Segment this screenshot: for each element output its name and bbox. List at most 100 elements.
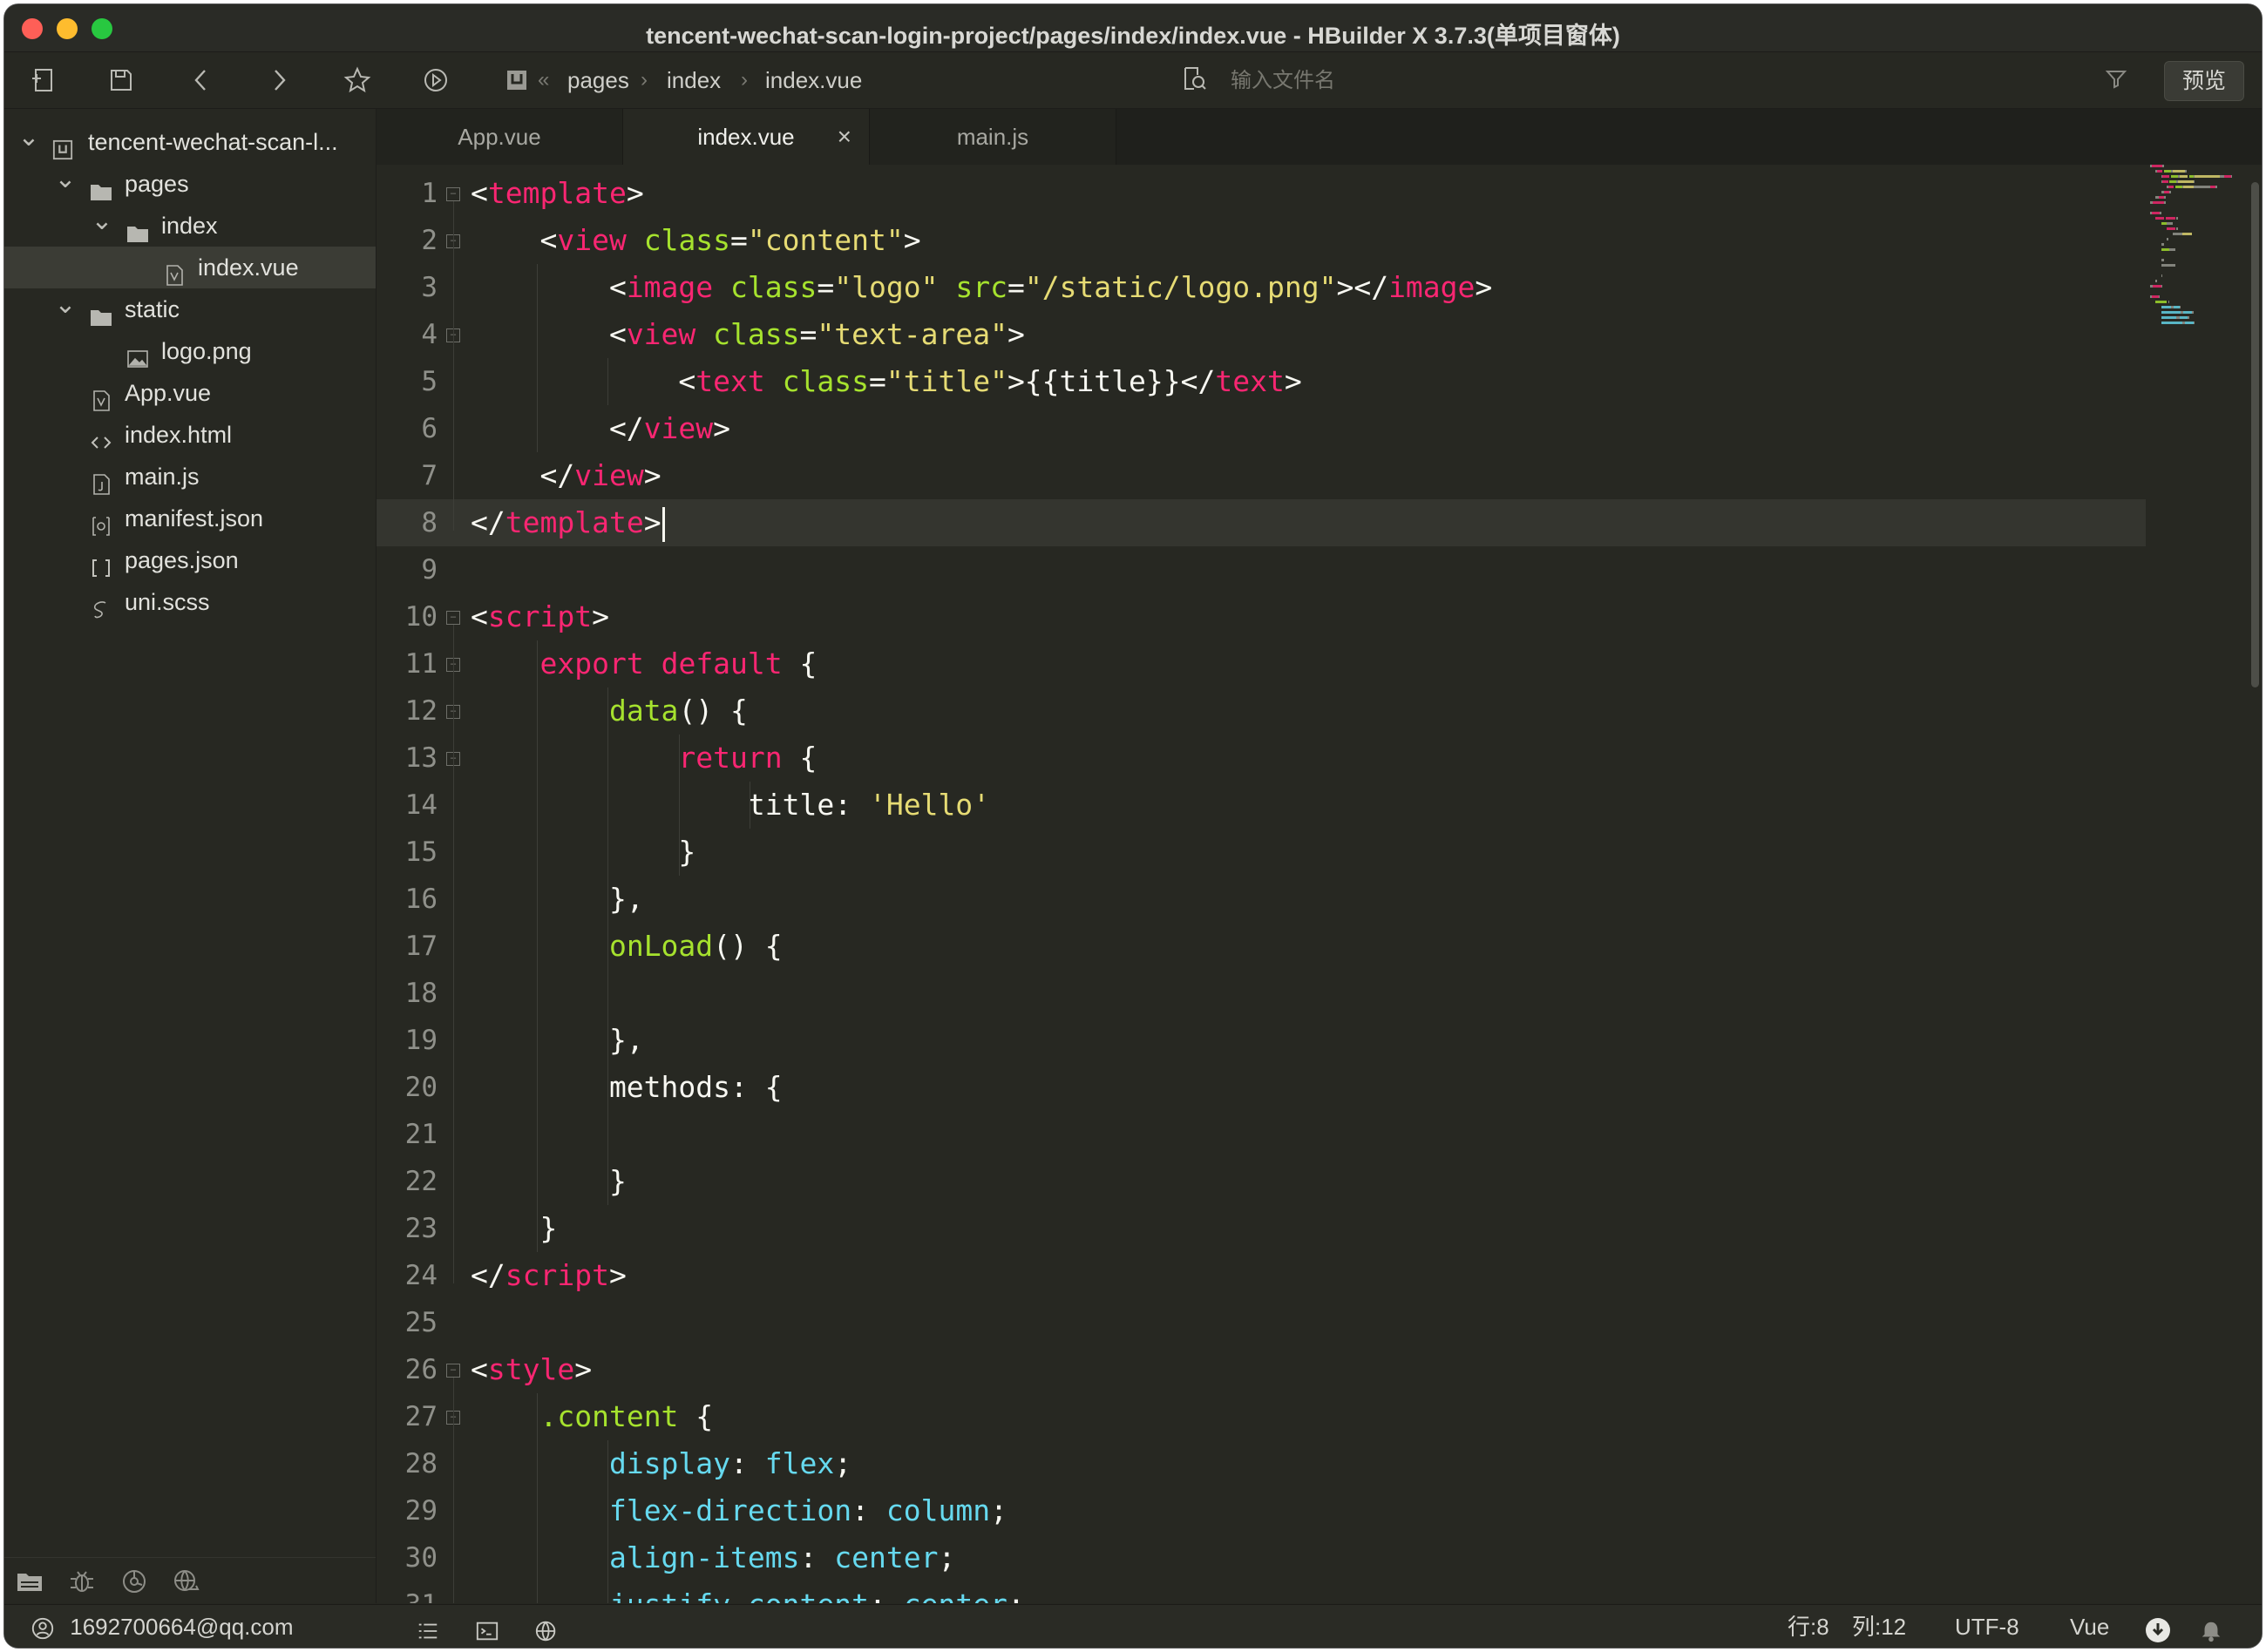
line-number: 12 — [404, 695, 438, 727]
network-icon[interactable] — [534, 1614, 559, 1642]
download-icon[interactable] — [2145, 1614, 2171, 1642]
line-number: 8 — [421, 507, 438, 538]
code-token: </ — [471, 1258, 505, 1292]
editor-scrollbar-thumb[interactable] — [2251, 182, 2259, 687]
code-line[interactable]: 2− <view class="content"> — [377, 217, 2146, 264]
file-encoding[interactable]: UTF-8 — [1955, 1605, 2019, 1648]
new-file-icon[interactable] — [25, 63, 60, 98]
filter-icon[interactable] — [2099, 61, 2134, 96]
code-line[interactable]: 19 }, — [377, 1017, 2146, 1064]
code-line[interactable]: 31 justify-content: center; — [377, 1581, 2146, 1603]
chevron-down-icon[interactable]: ⌄ — [53, 163, 78, 205]
tree-item[interactable]: ⌄ pages — [4, 163, 376, 205]
tree-item[interactable]: ⌄ static — [4, 288, 376, 330]
breadcrumb-item[interactable]: index — [667, 52, 721, 108]
tree-item[interactable]: main.js — [4, 456, 376, 498]
minimap-line — [2162, 180, 2168, 183]
vue-file-icon — [90, 383, 112, 411]
code-line[interactable]: 8 </template> — [377, 499, 2146, 546]
minimap-line — [2161, 306, 2171, 308]
breadcrumb-item[interactable]: index.vue — [765, 52, 862, 108]
code-token: < — [471, 599, 488, 633]
code-line[interactable]: 3 <image class="logo" src="/static/logo.… — [377, 264, 2146, 311]
tree-item[interactable]: index.vue — [4, 247, 376, 288]
tab-label: index.vue — [697, 124, 795, 150]
cursor-line[interactable]: 行:8 — [1788, 1605, 1829, 1648]
tree-item[interactable]: App.vue — [4, 372, 376, 414]
code-line[interactable]: 28 display: flex; — [377, 1440, 2146, 1487]
close-tab-icon[interactable]: × — [838, 109, 851, 165]
code-line[interactable]: 26− <style> — [377, 1346, 2146, 1393]
cloud-icon[interactable] — [172, 1567, 201, 1596]
code-line[interactable]: 13− return { — [377, 735, 2146, 782]
fold-toggle-icon[interactable]: − — [446, 1364, 460, 1378]
file-search-input[interactable] — [1229, 64, 2017, 98]
code-line[interactable]: 5 <text class="title">{{title}}</text> — [377, 358, 2146, 405]
tab-main-js[interactable]: main.js — [870, 109, 1116, 165]
explorer-icon[interactable] — [15, 1567, 44, 1596]
code-line[interactable]: 15 } — [377, 829, 2146, 876]
minimap[interactable] — [2150, 165, 2246, 452]
tree-item[interactable]: manifest.json — [4, 498, 376, 539]
code-line[interactable]: 25 — [377, 1299, 2146, 1346]
cursor-column[interactable]: 列:12 — [1852, 1605, 1906, 1648]
tab-index-vue[interactable]: index.vue × — [623, 109, 870, 165]
code-line[interactable]: 11− export default { — [377, 640, 2146, 687]
save-icon[interactable] — [104, 63, 139, 98]
code-line[interactable]: 24 </script> — [377, 1252, 2146, 1299]
preview-button[interactable]: 预览 — [2164, 61, 2244, 101]
chevron-down-icon[interactable]: ⌄ — [17, 121, 41, 163]
code-line[interactable]: 10− <script> — [377, 593, 2146, 640]
code-line[interactable]: 23 } — [377, 1205, 2146, 1252]
code-line[interactable]: 6 </view> — [377, 405, 2146, 452]
code-line[interactable]: 29 flex-direction: column; — [377, 1487, 2146, 1534]
git-icon[interactable] — [119, 1567, 149, 1596]
fold-toggle-icon[interactable]: − — [446, 187, 460, 201]
project-icon[interactable] — [499, 63, 534, 98]
breadcrumb-item[interactable]: pages — [567, 52, 629, 108]
outline-icon[interactable] — [416, 1614, 440, 1640]
code-line[interactable]: 9 — [377, 546, 2146, 593]
star-icon[interactable] — [340, 63, 375, 98]
tree-item[interactable]: ⌄ tencent-wechat-scan-l... — [4, 121, 376, 163]
code-line[interactable]: 21 — [377, 1111, 2146, 1158]
language-mode[interactable]: Vue — [2070, 1605, 2109, 1648]
line-number: 15 — [404, 836, 438, 868]
collapse-icon[interactable]: « — [538, 52, 549, 108]
run-icon[interactable] — [418, 63, 453, 98]
code-line[interactable]: 1− <template> — [377, 170, 2146, 217]
tree-item[interactable]: index.html — [4, 414, 376, 456]
forward-icon[interactable] — [261, 63, 296, 98]
code-line[interactable]: 12− data() { — [377, 687, 2146, 735]
back-icon[interactable] — [184, 63, 219, 98]
tree-item[interactable]: uni.scss — [4, 581, 376, 623]
code-line[interactable]: 27− .content { — [377, 1393, 2146, 1440]
notification-bell-icon[interactable] — [2199, 1614, 2223, 1642]
user-account[interactable]: 1692700664@qq.com — [31, 1605, 294, 1648]
tree-item[interactable]: ⌄ index — [4, 205, 376, 247]
chevron-down-icon[interactable]: ⌄ — [53, 288, 78, 330]
debug-icon[interactable] — [67, 1567, 97, 1596]
minimap-line — [2161, 322, 2182, 324]
code-line[interactable]: 16 }, — [377, 876, 2146, 923]
tab-app-vue[interactable]: App.vue — [377, 109, 623, 165]
code-token: = — [799, 317, 818, 351]
editor-tabs: App.vue index.vue × main.js — [377, 109, 2262, 165]
code-line[interactable]: 30 align-items: center; — [377, 1534, 2146, 1581]
code-token: </ — [471, 505, 505, 539]
code-line[interactable]: 20 methods: { — [377, 1064, 2146, 1111]
terminal-icon[interactable] — [475, 1614, 499, 1641]
chevron-down-icon[interactable]: ⌄ — [90, 205, 114, 247]
line-number: 16 — [404, 884, 438, 915]
fold-toggle-icon[interactable]: − — [446, 611, 460, 625]
code-line[interactable]: 14 title: 'Hello' — [377, 782, 2146, 829]
tree-item[interactable]: logo.png — [4, 330, 376, 372]
code-line[interactable]: 7 </view> — [377, 452, 2146, 499]
tree-item[interactable]: pages.json — [4, 539, 376, 581]
code-line[interactable]: 18 — [377, 970, 2146, 1017]
code-line[interactable]: 22 } — [377, 1158, 2146, 1205]
code-editor[interactable]: 1−<template>2− <view class="content">3 <… — [377, 165, 2262, 1603]
code-line[interactable]: 17 onLoad() { — [377, 923, 2146, 970]
code-line[interactable]: 4− <view class="text-area"> — [377, 311, 2146, 358]
